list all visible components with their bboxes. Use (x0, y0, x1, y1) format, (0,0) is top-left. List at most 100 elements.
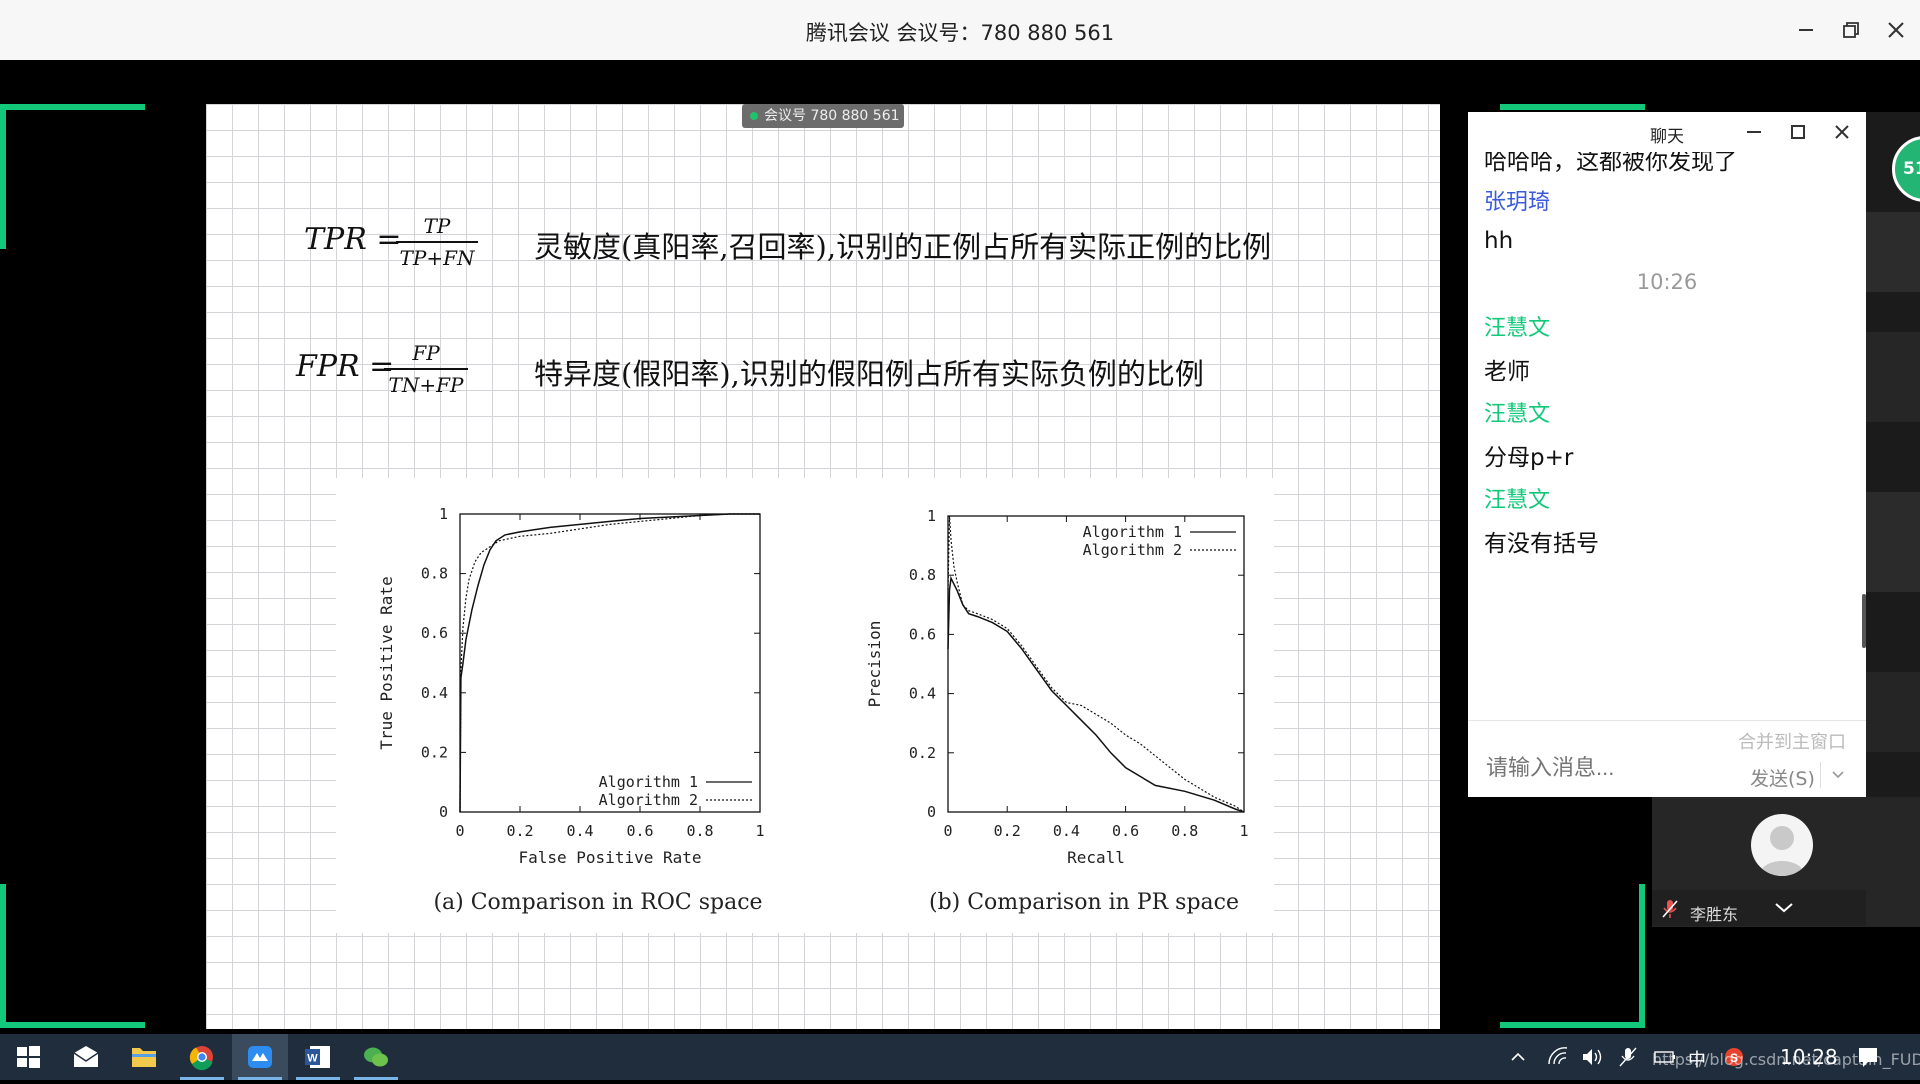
tpr-denominator: TP+FN (399, 246, 475, 270)
x-tick-label: 0.6 (1112, 822, 1139, 840)
mic-tray-icon[interactable] (1616, 1044, 1640, 1070)
x-tick-label: 0.4 (566, 822, 593, 840)
fpr-description: 特异度(假阳率),识别的假阳例占所有实际负例的比例 (534, 357, 1204, 391)
fpr-numerator: FP (412, 341, 440, 365)
chat-close-icon[interactable] (1828, 118, 1856, 146)
speaker-frame-corner (0, 884, 6, 1028)
speaker-frame-corner (0, 104, 6, 249)
participant-name: 李胜东 (1690, 905, 1739, 924)
y-tick-label: 0 (927, 803, 936, 821)
y-tick-label: 0.8 (909, 566, 936, 584)
series-line-2 (459, 513, 760, 813)
chat-message: 分母p+r (1484, 445, 1574, 471)
legend-label: Algorithm 1 (599, 773, 698, 791)
meeting-id-pill: 会议号 780 880 561 (742, 104, 904, 128)
y-tick-label: 0.4 (421, 684, 448, 702)
chat-message: hh (1484, 228, 1514, 254)
x-tick-label: 0.2 (994, 822, 1021, 840)
chat-panel: 聊天 哈哈哈，这都被你发现了 张玥琦 hh 10:26 汪慧文 老师 汪慧文 分… (1468, 112, 1866, 797)
word-icon[interactable]: W (290, 1034, 346, 1080)
x-tick-label: 0 (943, 822, 952, 840)
windows-start-icon[interactable] (0, 1034, 56, 1080)
window-title: 腾讯会议 会议号：780 880 561 (805, 21, 1115, 45)
chat-minimize-icon[interactable] (1740, 118, 1768, 146)
merge-to-main-link[interactable]: 合并到主窗口 (1738, 728, 1846, 754)
y-tick-label: 0.6 (909, 625, 936, 643)
x-tick-label: 0.4 (1053, 822, 1080, 840)
speaker-frame-corner (1500, 1022, 1645, 1028)
y-axis-label: True Positive Rate (377, 576, 396, 749)
series-line-1 (947, 575, 1245, 813)
chat-divider (1468, 720, 1866, 721)
y-axis-label: Precision (865, 621, 884, 708)
speaker-frame-corner (0, 1022, 145, 1028)
mail-icon[interactable] (58, 1034, 114, 1080)
y-tick-label: 0.2 (421, 743, 448, 761)
y-tick-label: 0 (439, 803, 448, 821)
wifi-icon[interactable] (1546, 1044, 1570, 1070)
participant-strip (1866, 112, 1920, 802)
chart-caption: (a) Comparison in ROC space (433, 890, 762, 915)
tpr-fraction: TP TP+FN (396, 214, 478, 270)
y-tick-label: 0.8 (421, 565, 448, 583)
chat-scrollbar[interactable] (1862, 594, 1866, 648)
y-tick-label: 1 (439, 505, 448, 523)
x-axis-label: Recall (1067, 848, 1125, 867)
fraction-bar (384, 368, 468, 370)
file-explorer-icon[interactable] (116, 1034, 172, 1080)
participant-name-bar (1652, 890, 1866, 926)
legend-label: Algorithm 2 (1083, 541, 1182, 559)
chart-figure: 0 0 0.2 0.2 0.4 0.4 0.6 0.6 0.8 0.8 1 1 False Positi… (336, 478, 1274, 933)
participant-avatar (1751, 814, 1813, 876)
chrome-icon[interactable] (174, 1034, 230, 1080)
legend-label: Algorithm 1 (1083, 523, 1182, 541)
send-button[interactable]: 发送(S) (1750, 764, 1815, 791)
chat-message: 哈哈哈，这都被你发现了 (1484, 152, 1737, 175)
participant-chevron-down-icon[interactable] (1772, 896, 1796, 918)
chat-message-list[interactable]: 哈哈哈，这都被你发现了 张玥琦 hh 10:26 汪慧文 老师 汪慧文 分母p+… (1468, 152, 1866, 720)
x-axis-label: False Positive Rate (518, 848, 701, 867)
legend-label: Algorithm 2 (599, 791, 698, 809)
chat-header: 聊天 (1468, 112, 1866, 152)
fpr-fraction: FP TN+FP (384, 341, 468, 397)
chat-sender-name: 汪慧文 (1484, 488, 1551, 513)
restore-icon[interactable] (1835, 14, 1867, 46)
send-options-chevron-icon[interactable] (1826, 762, 1850, 786)
tencent-meeting-icon[interactable] (232, 1034, 288, 1080)
tpr-formula: TPR = (304, 222, 401, 257)
x-tick-label: 1 (1239, 822, 1248, 840)
live-dot-icon (750, 112, 758, 120)
close-icon[interactable] (1880, 14, 1912, 46)
x-tick-label: 0.6 (626, 822, 653, 840)
plot-frame (947, 515, 1245, 813)
tpr-lhs: TPR = (304, 222, 402, 257)
fpr-formula: FPR = (296, 349, 394, 384)
series-line-1 (459, 513, 760, 813)
meeting-id-label: 会议号 780 880 561 (764, 108, 900, 124)
speaker-frame-corner (1500, 104, 1645, 110)
wechat-icon[interactable] (348, 1034, 404, 1080)
send-separator (1820, 762, 1821, 788)
minimize-icon[interactable] (1790, 14, 1822, 46)
y-tick-label: 0.6 (421, 624, 448, 642)
chat-maximize-icon[interactable] (1784, 118, 1812, 146)
charts-svg: 000.20.20.40.40.60.60.80.811False Positi… (377, 505, 1249, 915)
y-tick-label: 0.4 (909, 685, 936, 703)
x-tick-label: 0.2 (506, 822, 533, 840)
chat-sender-name: 汪慧文 (1484, 402, 1551, 427)
y-tick-label: 1 (927, 507, 936, 525)
fpr-lhs: FPR = (296, 349, 395, 384)
speaker-frame-corner (1639, 884, 1645, 1028)
y-tick-label: 0.2 (909, 744, 936, 762)
chat-message: 老师 (1484, 359, 1530, 385)
volume-icon[interactable] (1580, 1044, 1604, 1070)
series-line-2 (947, 515, 1245, 813)
plot-frame (459, 513, 761, 813)
show-hidden-icons-chevron-up-icon[interactable] (1508, 1044, 1528, 1070)
chat-sender-name: 汪慧文 (1484, 316, 1551, 341)
window-titlebar: 腾讯会议 会议号：780 880 561 (0, 0, 1920, 60)
chat-sender-name: 张玥琦 (1484, 190, 1551, 215)
svg-text:W: W (307, 1053, 318, 1065)
x-tick-label: 0.8 (686, 822, 713, 840)
x-tick-label: 1 (755, 822, 764, 840)
